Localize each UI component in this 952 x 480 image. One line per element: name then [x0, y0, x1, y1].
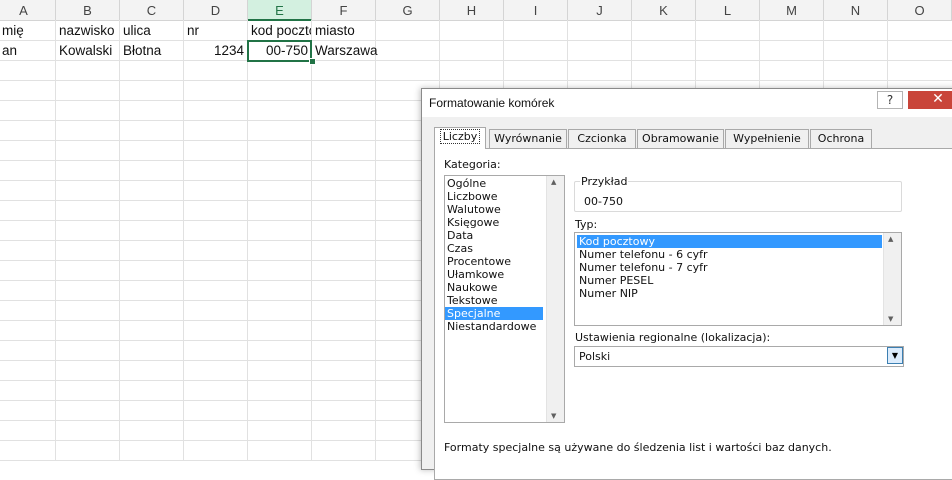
tab-czcionka[interactable]: Czcionka — [568, 129, 636, 148]
type-item-selected[interactable]: Kod pocztowy — [577, 235, 882, 248]
category-item[interactable]: Tekstowe — [445, 294, 543, 307]
scroll-up-icon[interactable]: ▲ — [888, 235, 893, 243]
column-header-m[interactable]: M — [760, 0, 824, 20]
type-list[interactable]: Kod pocztowy Numer telefonu - 6 cyfr Num… — [574, 232, 902, 326]
scroll-down-icon[interactable]: ▼ — [888, 315, 893, 323]
tab-liczby-label: Liczby — [439, 129, 481, 144]
category-scrollbar[interactable]: ▲ ▼ — [546, 176, 564, 422]
column-header-k[interactable]: K — [632, 0, 696, 20]
cell-f2[interactable]: Warszawa — [312, 41, 382, 61]
category-item[interactable]: Księgowe — [445, 216, 543, 229]
column-header-n[interactable]: N — [824, 0, 888, 20]
category-item[interactable]: Data — [445, 229, 543, 242]
cell-c2[interactable]: Błotna — [120, 41, 183, 61]
cell-b2[interactable]: Kowalski — [56, 41, 119, 61]
sample-value: 00-750 — [584, 195, 623, 208]
column-header-d[interactable]: D — [184, 0, 248, 20]
type-item[interactable]: Numer telefonu - 6 cyfr — [577, 248, 882, 261]
column-header-f[interactable]: F — [312, 0, 376, 20]
cell-f1[interactable]: miasto — [312, 21, 375, 41]
sample-group: Przykład 00-750 — [574, 175, 902, 212]
category-item[interactable]: Walutowe — [445, 203, 543, 216]
column-header-a[interactable]: A — [0, 0, 56, 20]
cell-a2[interactable]: an — [0, 41, 55, 61]
chevron-down-icon[interactable]: ▼ — [887, 347, 903, 364]
sample-label: Przykład — [580, 175, 629, 188]
locale-value: Polski — [579, 350, 611, 363]
category-item[interactable]: Czas — [445, 242, 543, 255]
tab-wypelnienie[interactable]: Wypełnienie — [725, 129, 809, 148]
locale-select[interactable]: Polski ▼ — [574, 346, 904, 367]
column-header-c[interactable]: C — [120, 0, 184, 20]
type-item[interactable]: Numer PESEL — [577, 274, 882, 287]
tab-obramowanie[interactable]: Obramowanie — [637, 129, 724, 148]
category-item-selected[interactable]: Specjalne — [445, 307, 543, 320]
scroll-down-icon[interactable]: ▼ — [551, 412, 556, 420]
column-header-b[interactable]: B — [56, 0, 120, 20]
numbers-panel: Kategoria: Ogólne Liczbowe Walutowe Księ… — [434, 148, 952, 480]
category-item[interactable]: Naukowe — [445, 281, 543, 294]
help-button[interactable]: ? — [877, 91, 903, 109]
cell-b1[interactable]: nazwisko — [56, 21, 119, 41]
cell-d2[interactable]: 1234 — [184, 41, 247, 61]
description-text: Formaty specjalne są używane do śledzeni… — [444, 441, 832, 454]
column-header-bar: A B C D E F G H I J K L M N O — [0, 0, 952, 21]
tab-ochrona[interactable]: Ochrona — [810, 129, 872, 148]
category-label: Kategoria: — [444, 158, 501, 171]
column-header-g[interactable]: G — [376, 0, 440, 20]
locale-label: Ustawienia regionalne (lokalizacja): — [575, 331, 771, 344]
category-item[interactable]: Procentowe — [445, 255, 543, 268]
format-cells-dialog: Formatowanie komórek ? ✕ Liczby Wyrównan… — [421, 88, 952, 480]
category-list[interactable]: Ogólne Liczbowe Walutowe Księgowe Data C… — [444, 175, 565, 423]
column-header-e[interactable]: E — [248, 0, 312, 21]
dialog-title: Formatowanie komórek — [429, 96, 555, 110]
cell-c1[interactable]: ulica — [120, 21, 183, 41]
cell-e1[interactable]: kod pocztowy — [248, 21, 311, 41]
category-item[interactable]: Ogólne — [445, 177, 543, 190]
column-header-o[interactable]: O — [888, 0, 952, 20]
scroll-up-icon[interactable]: ▲ — [551, 178, 556, 186]
category-item[interactable]: Ułamkowe — [445, 268, 543, 281]
column-header-h[interactable]: H — [440, 0, 504, 20]
column-header-j[interactable]: J — [568, 0, 632, 20]
tab-wyrownanie[interactable]: Wyrównanie — [489, 129, 567, 148]
column-header-i[interactable]: I — [504, 0, 568, 20]
type-item[interactable]: Numer NIP — [577, 287, 882, 300]
dialog-titlebar[interactable]: Formatowanie komórek ? ✕ — [422, 89, 952, 117]
type-scrollbar[interactable]: ▲ ▼ — [883, 233, 901, 325]
category-item[interactable]: Liczbowe — [445, 190, 543, 203]
fill-handle[interactable] — [309, 58, 316, 65]
type-label: Typ: — [575, 218, 598, 231]
active-cell-border — [247, 40, 312, 62]
cell-d1[interactable]: nr — [184, 21, 247, 41]
tab-liczby[interactable]: Liczby — [434, 127, 486, 149]
close-button[interactable]: ✕ — [908, 91, 952, 109]
category-item[interactable]: Niestandardowe — [445, 320, 543, 333]
cell-a1[interactable]: mię — [0, 21, 55, 41]
type-item[interactable]: Numer telefonu - 7 cyfr — [577, 261, 882, 274]
column-header-l[interactable]: L — [696, 0, 760, 20]
